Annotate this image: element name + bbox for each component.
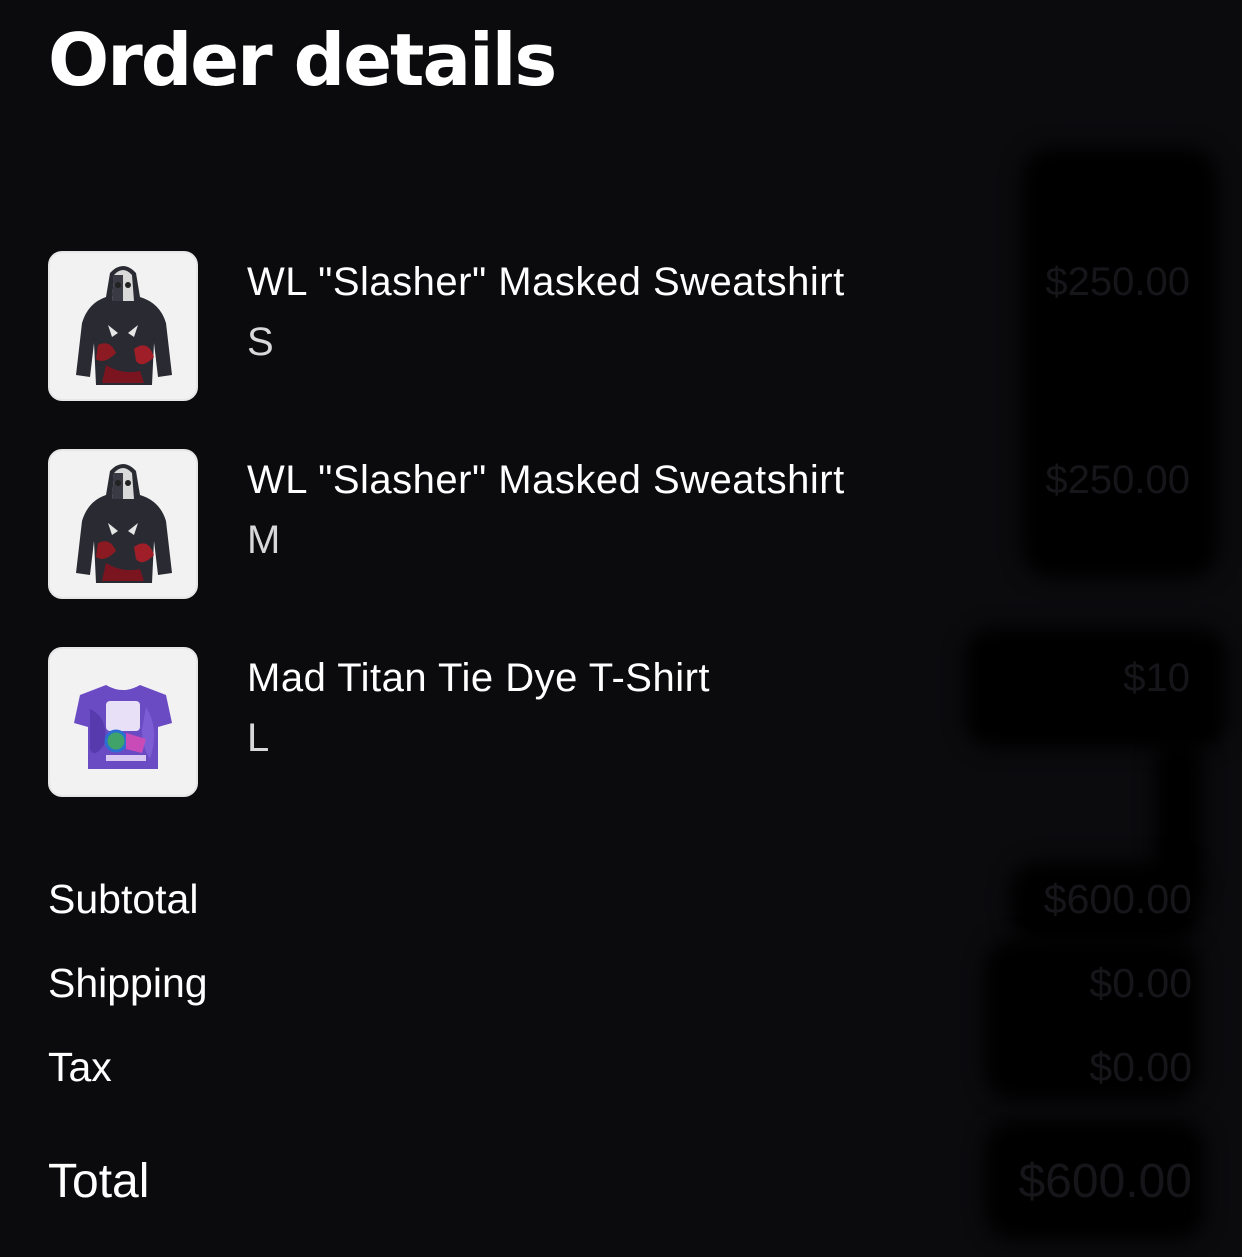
- tax-row: Tax $0.00: [48, 1039, 1192, 1095]
- tax-value: $0.00: [1089, 1044, 1192, 1090]
- item-price: $10: [1123, 656, 1190, 700]
- tax-label: Tax: [48, 1044, 112, 1090]
- item-name: WL "Slasher" Masked Sweatshirt: [247, 260, 845, 304]
- shipping-row: Shipping $0.00: [48, 955, 1192, 1011]
- order-line-item[interactable]: WL "Slasher" Masked Sweatshirt M $250.00: [48, 449, 1198, 599]
- item-size: L: [247, 716, 270, 760]
- total-value: $600.00: [1018, 1155, 1192, 1208]
- item-name: WL "Slasher" Masked Sweatshirt: [247, 458, 845, 502]
- tshirt-thumbnail-icon: [48, 647, 198, 797]
- hoodie-thumbnail-icon: [48, 251, 198, 401]
- item-price: $250.00: [1045, 458, 1190, 502]
- order-line-item[interactable]: Mad Titan Tie Dye T-Shirt L $10: [48, 647, 1198, 797]
- total-label: Total: [48, 1155, 150, 1208]
- page-title: Order details: [48, 18, 557, 102]
- item-size: M: [247, 518, 281, 562]
- subtotal-row: Subtotal $600.00: [48, 871, 1192, 927]
- subtotal-label: Subtotal: [48, 876, 199, 922]
- item-size: S: [247, 320, 274, 364]
- order-line-item[interactable]: WL "Slasher" Masked Sweatshirt S $250.00: [48, 251, 1198, 401]
- item-price: $250.00: [1045, 260, 1190, 304]
- subtotal-value: $600.00: [1043, 876, 1192, 922]
- hoodie-thumbnail-icon: [48, 449, 198, 599]
- shipping-value: $0.00: [1089, 960, 1192, 1006]
- total-row: Total $600.00: [48, 1152, 1192, 1212]
- item-name: Mad Titan Tie Dye T-Shirt: [247, 656, 711, 700]
- shipping-label: Shipping: [48, 960, 208, 1006]
